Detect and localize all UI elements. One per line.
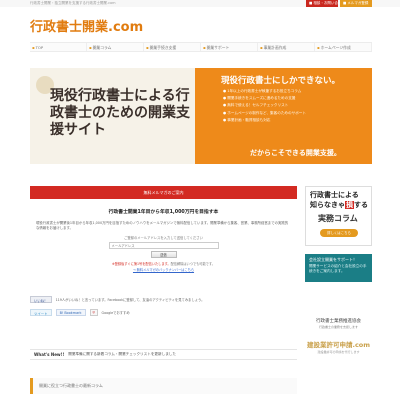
- news-item-link[interactable]: 開業準備に関する新着コラム・開業チェックリストを更新しました: [68, 352, 176, 357]
- nav-item-procedures[interactable]: ▪開業手続き支援: [144, 43, 201, 51]
- subscribe-label: ご登録のメールアドレスを入力して送信してください: [124, 236, 203, 241]
- hero-point: 無料で使える！セルフチェックリスト: [223, 102, 306, 109]
- news-label: What's New!!: [34, 352, 65, 357]
- nav-bullet-icon: ▪: [32, 45, 35, 50]
- hero-points: 1年以上の行政書士が執筆するお役立ちコラム 開業手続きをスムーズに進めるための支…: [223, 88, 306, 124]
- subscribe-form: ご登録のメールアドレスを入力して送信してください 送信: [104, 235, 224, 259]
- hero-headline: 現役行政書士による行政書士のための開業支援サイト: [50, 88, 190, 138]
- facebook-like-text: 119人がいいね！と言っています。Facebookに登録して、友達のアクティビテ…: [55, 298, 205, 302]
- note-plain: 配信解除はいつでも可能です。: [170, 262, 215, 267]
- hero-point: 1年以上の行政書士が執筆するお役立ちコラム: [223, 88, 306, 95]
- newsletter-description: 現役行政書士が開業後1年目から年収1,000万円を目指すためのノウハウをメールマ…: [36, 221, 289, 231]
- hero-right-panel: 現役行政書士にしかできない。 1年以上の行政書士が執筆するお役立ちコラム 開業手…: [195, 68, 372, 164]
- nav-bullet-icon: ▪: [89, 45, 92, 50]
- teal-title: 会社設立開業をサポート！: [309, 257, 357, 262]
- nav-item-label: 事業計画作成: [263, 45, 287, 50]
- hero-footer: だからこそできる開業支援。: [250, 149, 341, 157]
- hero-point: 事業計画・融資相談も対応: [223, 117, 306, 124]
- newsletter-title: 行政書士開業1年目から年収1,000万円を目指す本: [108, 210, 219, 215]
- backnumber-link[interactable]: → 無料メルマガのバックナンバーはこちら: [30, 267, 297, 272]
- construction-permit-subtitle: 建設業許可の申請を代行します: [317, 350, 360, 354]
- hero-left-panel: 現役行政書士による行政書士のための開業支援サイト: [30, 68, 195, 164]
- nav-item-top[interactable]: ▪TOP: [30, 43, 87, 51]
- newsletter-banner: 無料メルマガのご案内: [30, 186, 297, 199]
- column-ad-banner[interactable]: 行政書士による 知らなきゃ損する 実務コラム 詳しくはこちら: [305, 186, 372, 246]
- contact-button[interactable]: ■ 相談・お問い合わせ: [306, 0, 345, 7]
- subscribe-button[interactable]: 送信: [150, 251, 177, 259]
- ad-line2-pre: 知らなきゃ: [310, 201, 345, 209]
- nav-bullet-icon: ▪: [317, 45, 320, 50]
- hero-point: 開業手続きをスムーズに進めるための支援: [223, 95, 306, 102]
- note-red: ※登録後すぐに第1号を配信いたします。: [112, 262, 171, 267]
- ad-details-button[interactable]: 詳しくはこちら: [320, 229, 358, 237]
- ad-line2: 知らなきゃ損する: [310, 201, 368, 209]
- hatena-bookmark-button[interactable]: B! Bookmark: [55, 309, 86, 316]
- site-tagline: 行政書士開業・独立開業を支援する行政書士開業.com: [30, 1, 116, 5]
- facebook-row: いいね！ 119人がいいね！と言っています。Facebookに登録して、友達のア…: [30, 296, 297, 303]
- company-setup-banner[interactable]: 会社設立開業をサポート！ 開業サービスの紹介と会社設立の手続きをご案内します。: [305, 254, 372, 282]
- section-heading: 開業に役立つ行政書士の最新コラム: [30, 378, 297, 394]
- share-row: ツイート B! Bookmark g Googleでおすすめ: [30, 309, 297, 316]
- ad-line1: 行政書士による: [310, 191, 359, 199]
- main-content: 無料メルマガのご案内 行政書士開業1年目から年収1,000万円を目指す本 現役行…: [30, 186, 297, 272]
- hero-banner[interactable]: 現役行政書士による行政書士のための開業支援サイト 現役行政書士にしかできない。 …: [30, 68, 372, 164]
- tweet-button[interactable]: ツイート: [30, 309, 52, 316]
- nav-item-business-plan[interactable]: ▪事業計画作成: [258, 43, 315, 51]
- nav-item-support[interactable]: ▪開業サポート: [201, 43, 258, 51]
- news-bar: What's New!! 開業準備に関する新着コラム・開業チェックリストを更新し…: [30, 349, 297, 360]
- nav-item-homepage[interactable]: ▪ホームページ作成: [315, 43, 372, 51]
- ad-line2-highlight: 損: [345, 201, 354, 209]
- sidebar: 行政書士による 知らなきゃ損する 実務コラム 詳しくはこちら 会社設立開業をサポ…: [305, 186, 372, 354]
- association-banner[interactable]: 行政書士業務推進協会: [305, 318, 372, 324]
- ad-line2-post: する: [354, 201, 368, 209]
- nav-bullet-icon: ▪: [203, 45, 206, 50]
- facebook-like-button[interactable]: いいね！: [30, 296, 52, 303]
- top-strip: 行政書士開業・独立開業を支援する行政書士開業.com ■ 相談・お問い合わせ ■…: [0, 0, 400, 7]
- google-plus-button[interactable]: g: [89, 309, 98, 316]
- nav-item-column[interactable]: ▪開業コラム: [87, 43, 144, 51]
- google-plus-text: Googleでおすすめ: [101, 311, 130, 315]
- social-buttons: いいね！ 119人がいいね！と言っています。Facebookに登録して、友達のア…: [30, 296, 297, 322]
- nav-item-label: 開業サポート: [206, 45, 230, 50]
- teal-text: 開業サービスの紹介と会社設立の手続きをご案内します。: [309, 264, 367, 273]
- nav-item-label: ホームページ作成: [320, 45, 351, 50]
- association-subtitle: 行政書士の業務を支援します: [318, 325, 358, 329]
- hero-right-title: 現役行政書士にしかできない。: [221, 76, 341, 86]
- site-logo[interactable]: 行政書士開業.com: [30, 16, 143, 35]
- construction-permit-banner[interactable]: 建設業許可申請.com: [305, 339, 372, 349]
- ad-line3: 実務コラム: [318, 214, 358, 223]
- nav-item-label: TOP: [35, 45, 44, 50]
- nav-item-label: 開業手続き支援: [149, 45, 177, 50]
- nav-bullet-icon: ▪: [260, 45, 263, 50]
- nav-bullet-icon: ▪: [146, 45, 149, 50]
- nav-item-label: 開業コラム: [92, 45, 112, 50]
- register-button[interactable]: ■ メルマガ登録: [340, 0, 372, 7]
- hero-point: ホームページの制作など、集客のためのサポート: [223, 110, 306, 117]
- main-nav: ▪TOP ▪開業コラム ▪開業手続き支援 ▪開業サポート ▪事業計画作成 ▪ホー…: [30, 42, 372, 52]
- email-input[interactable]: [108, 242, 219, 250]
